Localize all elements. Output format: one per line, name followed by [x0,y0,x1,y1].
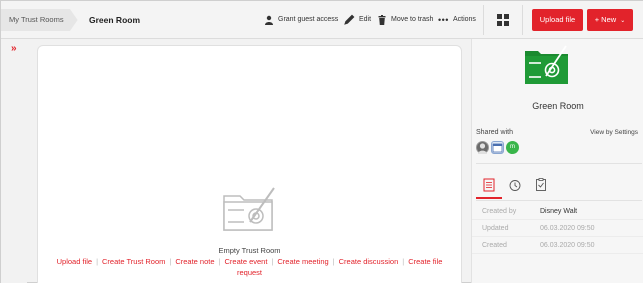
main-panel: Empty Trust Room Upload file | Create Trus… [37,45,462,283]
folder-safe-icon [525,45,568,84]
create-discussion-link[interactable]: Create discussion [339,257,399,266]
expand-icon[interactable]: » [11,43,17,54]
metadata-table: Created by Disney Walt Updated 06.03.202… [472,203,643,254]
separator: | [402,257,405,266]
actions-menu-button[interactable]: ••• Actions [438,9,476,31]
divider [476,163,642,164]
separator: | [271,257,274,266]
meta-key: Created by [482,208,517,215]
empty-room-actions: Upload file | Create Trust Room | Create not… [38,256,461,278]
new-button[interactable]: + New ⌄ [587,9,633,31]
actions-label: Actions [452,16,476,23]
avatar-initial[interactable]: m [506,141,519,154]
create-note-link[interactable]: Create note [175,257,214,266]
more-icon: ••• [438,15,449,25]
divider [483,5,484,35]
move-to-trash-button[interactable]: Move to trash [377,9,433,31]
details-tabs [476,173,554,199]
create-event-link[interactable]: Create event [224,257,267,266]
avatar[interactable] [491,141,504,154]
person-icon [265,15,273,25]
tab-details[interactable] [476,173,502,199]
shared-with-label: Shared with [476,129,513,136]
meta-row-updated: Updated 06.03.2020 09:50 [472,220,643,237]
empty-room-icon [223,187,275,231]
upload-file-link[interactable]: Upload file [57,257,92,266]
app-window: My Trust Rooms Green Room Grant guest ac… [0,0,643,283]
grid-view-button[interactable] [492,9,514,31]
trash-icon [378,15,386,25]
grant-guest-access-label: Grant guest access [278,16,339,23]
left-rail: » [1,39,27,283]
details-tab-icon [483,178,495,192]
calendar-icon [492,143,503,153]
divider [522,5,523,35]
move-to-trash-label: Move to trash [391,16,434,23]
pencil-icon [344,14,355,25]
meta-value: 06.03.2020 09:50 [540,242,595,249]
view-by-settings-link[interactable]: View by Settings [590,129,638,136]
divider [476,200,642,201]
user-photo-icon [478,143,487,154]
create-meeting-link[interactable]: Create meeting [277,257,328,266]
details-panel: Green Room Shared with View by Settings … [471,39,643,283]
tab-history[interactable] [502,173,528,199]
create-trust-room-link[interactable]: Create Trust Room [102,257,165,266]
grant-guest-access-button[interactable]: Grant guest access [264,9,338,31]
meta-value: Disney Walt [540,208,578,215]
separator: | [332,257,335,266]
shared-avatars: m [476,141,519,155]
edit-label: Edit [359,16,372,23]
room-title: Green Room [532,101,584,111]
history-tab-icon [509,180,521,191]
empty-room-title: Empty Trust Room [218,246,281,255]
meta-row-created-by: Created by Disney Walt [472,203,643,220]
new-button-label: + New [594,15,617,24]
meta-value: 06.03.2020 09:50 [540,225,595,232]
top-bar: My Trust Rooms Green Room Grant guest ac… [1,1,643,39]
separator: | [169,257,172,266]
meta-key: Updated [482,225,509,232]
meta-row-created: Created 06.03.2020 09:50 [472,237,643,254]
meta-key: Created [482,242,507,249]
separator: | [218,257,221,266]
chevron-down-icon: ⌄ [620,18,626,24]
avatar[interactable] [476,141,489,154]
tab-tasks[interactable] [528,173,554,199]
tasks-tab-icon [536,178,546,191]
edit-button[interactable]: Edit [343,9,371,31]
separator: | [96,257,99,266]
upload-file-button[interactable]: Upload file [532,9,583,31]
